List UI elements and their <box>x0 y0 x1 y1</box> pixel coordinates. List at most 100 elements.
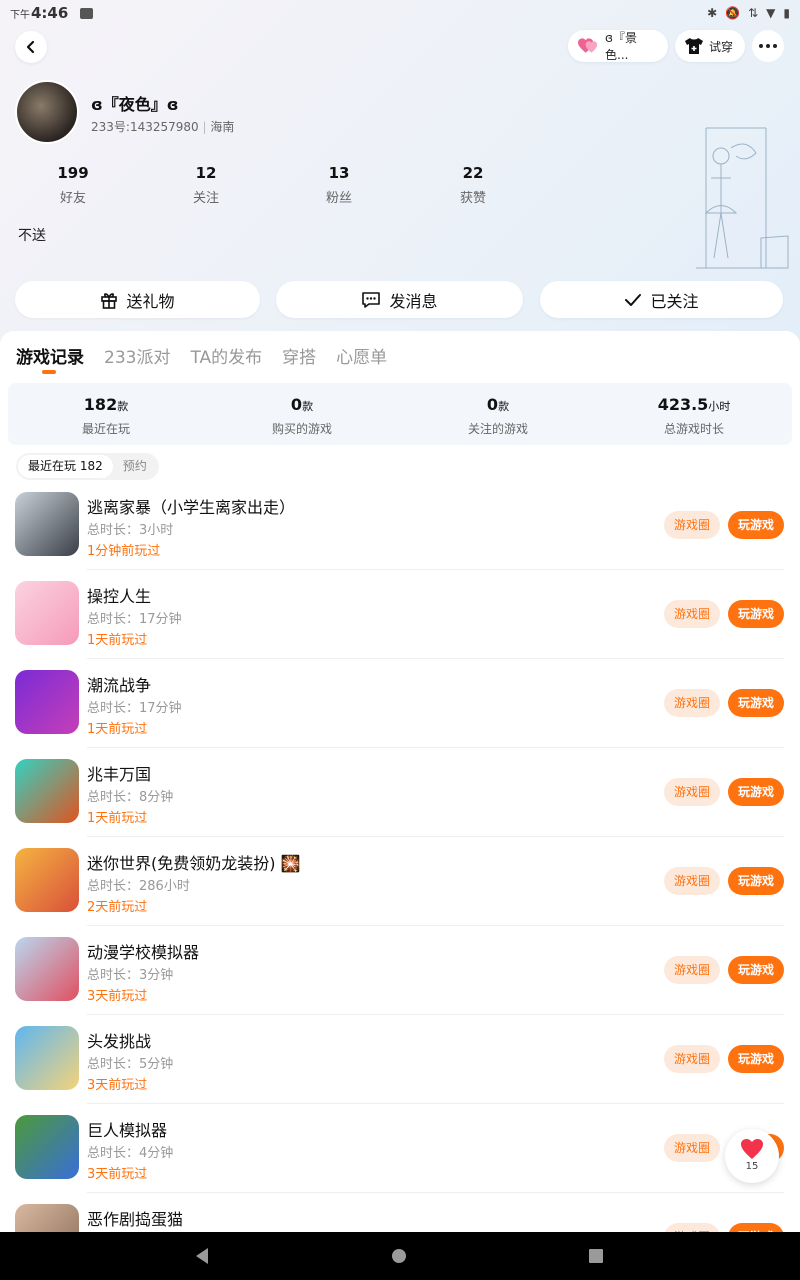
game-icon[interactable] <box>15 1026 79 1090</box>
stat-label: 好友 <box>59 191 86 206</box>
game-name: 兆丰万国 <box>87 765 152 784</box>
summary-total-time[interactable]: 423.5小时 总游戏时长 <box>596 383 792 445</box>
game-circle-button[interactable]: 游戏圈 <box>664 1134 720 1162</box>
like-button[interactable]: 15 <box>725 1129 779 1183</box>
game-row[interactable]: 潮流战争总时长：17分钟 1天前玩过 游戏圈 玩游戏 <box>0 659 800 748</box>
back-button[interactable] <box>15 31 47 63</box>
game-circle-button[interactable]: 游戏圈 <box>664 1045 720 1073</box>
game-name: 巨人模拟器 <box>87 1121 168 1140</box>
nav-home-icon[interactable] <box>391 1248 407 1264</box>
uid-number: 233号:143257980 <box>91 120 199 134</box>
profile-tabs: 游戏记录 233派对 TA的发布 穿搭 心愿单 <box>16 343 387 368</box>
avatar[interactable] <box>15 80 79 144</box>
game-row[interactable]: 迷你世界(免费领奶龙装扮) 🎇 总时长：286小时 2天前玩过 游戏圈 玩游戏 <box>0 837 800 926</box>
game-last-played: 3天前玩过 <box>87 1167 148 1182</box>
game-name: 逃离家暴（小学生离家出走） <box>87 498 296 517</box>
game-summary: 182款 最近在玩 0款 购买的游戏 0款 关注的游戏 423.5小时 总游戏时… <box>8 383 792 445</box>
game-row[interactable]: 头发挑战 总时长：5分钟 3天前玩过 游戏圈 玩游戏 <box>0 1015 800 1104</box>
filter-reserve[interactable]: 预约 <box>113 455 157 478</box>
summary-value: 0 <box>486 395 499 414</box>
game-name: 恶作剧捣蛋猫 <box>87 1210 184 1229</box>
game-row[interactable]: 操控人生 总时长：17分钟 1天前玩过 游戏圈 玩游戏 <box>0 570 800 659</box>
wifi-icon: ▼ <box>766 6 776 20</box>
game-filter: 最近在玩 182 预约 <box>16 453 159 480</box>
filter-recent[interactable]: 最近在玩 182 <box>18 455 113 478</box>
game-name: 迷你世界(免费领奶龙装扮) 🎇 <box>87 854 301 873</box>
heart-icon <box>578 38 598 53</box>
game-icon[interactable] <box>15 492 79 556</box>
game-circle-button[interactable]: 游戏圈 <box>664 778 720 806</box>
game-icon[interactable] <box>15 670 79 734</box>
more-options-button[interactable] <box>752 30 784 62</box>
followed-button[interactable]: 已关注 <box>540 281 783 318</box>
stat-following[interactable]: 12 关注 <box>166 164 246 206</box>
play-game-button[interactable]: 玩游戏 <box>728 956 784 984</box>
game-row[interactable]: 动漫学校模拟器 总时长：3分钟 3天前玩过 游戏圈 玩游戏 <box>0 926 800 1015</box>
game-row[interactable]: 巨人模拟器总时长：4分钟3天前玩过游戏圈玩游戏 <box>0 1104 800 1193</box>
stat-value: 22 <box>462 164 484 182</box>
try-on-button[interactable]: 试穿 <box>675 30 745 62</box>
game-row[interactable]: 兆丰万国 总时长：8分钟 1天前玩过 游戏圈 玩游戏 <box>0 748 800 837</box>
game-icon[interactable] <box>15 759 79 823</box>
game-name: 头发挑战 <box>87 1032 152 1051</box>
time-prefix: 下午 <box>10 9 30 21</box>
status-bar: 下午 4:46 ✱ 🔕 ⇅ ▼ ▮ <box>0 0 800 26</box>
tab-outfits[interactable]: 穿搭 <box>282 343 316 368</box>
play-game-button[interactable]: 玩游戏 <box>728 778 784 806</box>
tab-ta-posts[interactable]: TA的发布 <box>190 343 262 368</box>
send-message-button[interactable]: 发消息 <box>276 281 523 318</box>
game-row[interactable]: 逃离家暴（小学生离家出走） 总时长：3小时 1分钟前玩过 游戏圈 玩游戏 <box>0 481 800 570</box>
stat-value: 12 <box>195 164 217 182</box>
like-count: 15 <box>745 1161 759 1172</box>
checkmark-icon <box>625 293 642 306</box>
stat-label: 关注 <box>192 191 219 206</box>
game-duration: 总时长：4分钟 <box>87 1146 174 1161</box>
stat-friends[interactable]: 199 好友 <box>33 164 113 206</box>
play-game-button[interactable]: 玩游戏 <box>728 511 784 539</box>
game-circle-button[interactable]: 游戏圈 <box>664 867 720 895</box>
game-last-played: 1天前玩过 <box>87 722 148 737</box>
nickname: ɞ『夜色』ɞ <box>91 95 179 114</box>
play-game-button[interactable]: 玩游戏 <box>728 600 784 628</box>
battery-icon: ▮ <box>783 6 790 20</box>
bluetooth-icon: ✱ <box>707 6 718 20</box>
friend-pill[interactable]: ɞ『景色... <box>568 30 668 62</box>
more-dot-icon <box>759 44 763 48</box>
summary-unit: 款 <box>117 400 129 413</box>
game-circle-button[interactable]: 游戏圈 <box>664 689 720 717</box>
play-game-button[interactable]: 玩游戏 <box>728 689 784 717</box>
tab-wishlist[interactable]: 心愿单 <box>336 343 387 368</box>
stat-label: 获赞 <box>459 191 486 206</box>
game-duration: 总时长：17分钟 <box>87 701 182 716</box>
nav-recents-icon[interactable] <box>588 1248 604 1264</box>
heart-icon <box>741 1139 763 1159</box>
chat-bubble-icon <box>362 291 381 308</box>
summary-recent[interactable]: 182款 最近在玩 <box>8 383 204 445</box>
play-game-button[interactable]: 玩游戏 <box>728 1045 784 1073</box>
game-circle-button[interactable]: 游戏圈 <box>664 600 720 628</box>
stat-likes[interactable]: 22 获赞 <box>433 164 513 206</box>
summary-label: 关注的游戏 <box>467 422 528 436</box>
game-icon[interactable] <box>15 848 79 912</box>
game-circle-button[interactable]: 游戏圈 <box>664 511 720 539</box>
stat-fans[interactable]: 13 粉丝 <box>299 164 379 206</box>
tab-233-party[interactable]: 233派对 <box>104 343 170 368</box>
game-icon[interactable] <box>15 937 79 1001</box>
game-duration: 总时长：8分钟 <box>87 790 174 805</box>
game-icon[interactable] <box>15 581 79 645</box>
mute-icon: 🔕 <box>725 6 741 20</box>
game-name: 潮流战争 <box>87 676 152 695</box>
tab-game-records[interactable]: 游戏记录 <box>16 343 84 368</box>
active-tab-indicator <box>42 370 56 374</box>
play-game-button[interactable]: 玩游戏 <box>728 867 784 895</box>
send-gift-button[interactable]: 送礼物 <box>15 281 260 318</box>
try-on-label: 试穿 <box>709 39 734 54</box>
summary-followed-games[interactable]: 0款 关注的游戏 <box>400 383 596 445</box>
game-name: 操控人生 <box>87 587 152 606</box>
nav-back-icon[interactable] <box>194 1247 210 1265</box>
summary-purchased[interactable]: 0款 购买的游戏 <box>204 383 400 445</box>
game-circle-button[interactable]: 游戏圈 <box>664 956 720 984</box>
summary-unit: 款 <box>302 400 314 413</box>
game-icon[interactable] <box>15 1115 79 1179</box>
summary-value: 423.5 <box>657 395 709 414</box>
